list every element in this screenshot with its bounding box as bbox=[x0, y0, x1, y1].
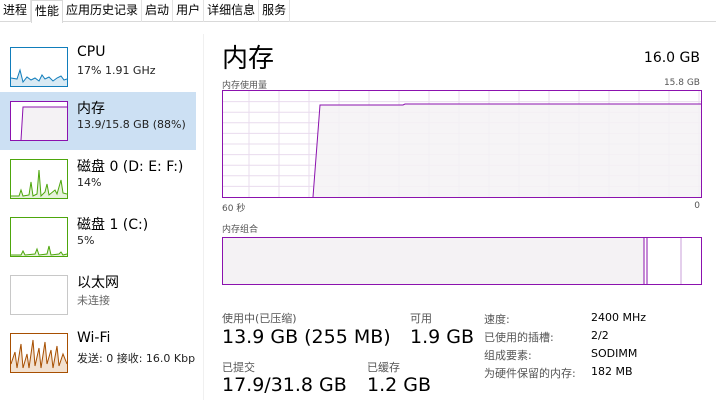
disk0-graph-icon bbox=[10, 159, 68, 199]
sidebar-item-cpu[interactable]: CPU 17% 1.91 GHz bbox=[0, 38, 196, 96]
pane-divider bbox=[203, 34, 204, 400]
sidebar-item-disk1[interactable]: 磁盘 1 (C:) 5% bbox=[0, 208, 196, 266]
available-label: 可用 bbox=[410, 312, 432, 325]
sidebar-item-label: 以太网 bbox=[77, 275, 119, 291]
sidebar-item-memory[interactable]: 内存 13.9/15.8 GB (88%) bbox=[0, 92, 196, 150]
memory-graph-icon bbox=[10, 101, 68, 141]
sidebar-item-subtitle: 5% bbox=[77, 234, 95, 247]
sidebar-item-label: Wi-Fi bbox=[77, 330, 111, 346]
disk1-graph-icon bbox=[10, 217, 68, 257]
sidebar-item-label: 磁盘 0 (D: E: F:) bbox=[77, 159, 184, 175]
cpu-graph-icon bbox=[10, 47, 68, 87]
page-title: 内存 bbox=[222, 44, 275, 74]
time-axis-right: 0 bbox=[694, 201, 700, 211]
ethernet-graph-icon bbox=[10, 275, 68, 315]
speed-label: 速度: bbox=[484, 313, 510, 326]
time-axis-left: 60 秒 bbox=[222, 204, 246, 214]
sidebar-item-label: 磁盘 1 (C:) bbox=[77, 217, 149, 233]
wifi-graph-icon bbox=[10, 333, 68, 373]
tab-bar: 进程 性能 应用历史记录 启动 用户 详细信息 服务 bbox=[0, 0, 716, 23]
memory-composition-bar bbox=[222, 237, 702, 285]
hardware-reserved-value: 182 MB bbox=[591, 365, 633, 378]
total-memory: 16.0 GB bbox=[643, 50, 700, 66]
hardware-reserved-label: 为硬件保留的内存: bbox=[484, 367, 576, 380]
tab-services[interactable]: 服务 bbox=[259, 0, 291, 22]
slots-used-value: 2/2 bbox=[591, 329, 609, 342]
sidebar-item-disk0[interactable]: 磁盘 0 (D: E: F:) 14% bbox=[0, 150, 196, 208]
sidebar-item-label: CPU bbox=[77, 44, 106, 60]
tab-performance[interactable]: 性能 bbox=[31, 0, 64, 23]
form-factor-label: 组成要素: bbox=[484, 349, 532, 362]
sidebar-item-subtitle: 17% 1.91 GHz bbox=[77, 64, 156, 77]
in-use-value: 13.9 GB (255 MB) bbox=[222, 326, 391, 348]
usage-graph-max: 15.8 GB bbox=[663, 78, 700, 88]
sidebar-item-subtitle: 14% bbox=[77, 176, 102, 189]
slots-used-label: 已使用的插槽: bbox=[484, 331, 554, 344]
sidebar-item-subtitle: 发送: 0 接收: 16.0 Kbp bbox=[77, 352, 196, 365]
tab-processes[interactable]: 进程 bbox=[0, 0, 32, 22]
cached-label: 已缓存 bbox=[367, 361, 400, 374]
tab-details[interactable]: 详细信息 bbox=[204, 0, 260, 22]
resource-sidebar: CPU 17% 1.91 GHz 内存 13.9/15.8 GB (88%) 磁… bbox=[0, 34, 196, 400]
committed-label: 已提交 bbox=[222, 361, 255, 374]
speed-value: 2400 MHz bbox=[591, 311, 647, 324]
memory-usage-graph bbox=[222, 90, 702, 198]
tab-app-history[interactable]: 应用历史记录 bbox=[63, 0, 143, 22]
form-factor-value: SODIMM bbox=[591, 347, 638, 360]
sidebar-item-subtitle: 13.9/15.8 GB (88%) bbox=[77, 118, 186, 131]
cached-value: 1.2 GB bbox=[367, 374, 432, 396]
sidebar-item-wifi[interactable]: Wi-Fi 发送: 0 接收: 16.0 Kbp bbox=[0, 324, 196, 382]
committed-value: 17.9/31.8 GB bbox=[222, 374, 347, 396]
tab-startup[interactable]: 启动 bbox=[142, 0, 174, 22]
in-use-label: 使用中(已压缩) bbox=[222, 312, 297, 325]
available-value: 1.9 GB bbox=[410, 326, 475, 348]
sidebar-item-label: 内存 bbox=[77, 101, 105, 117]
sidebar-item-subtitle: 未连接 bbox=[77, 294, 110, 307]
composition-label: 内存组合 bbox=[222, 225, 259, 235]
tab-users[interactable]: 用户 bbox=[173, 0, 205, 22]
sidebar-item-ethernet[interactable]: 以太网 未连接 bbox=[0, 266, 196, 324]
